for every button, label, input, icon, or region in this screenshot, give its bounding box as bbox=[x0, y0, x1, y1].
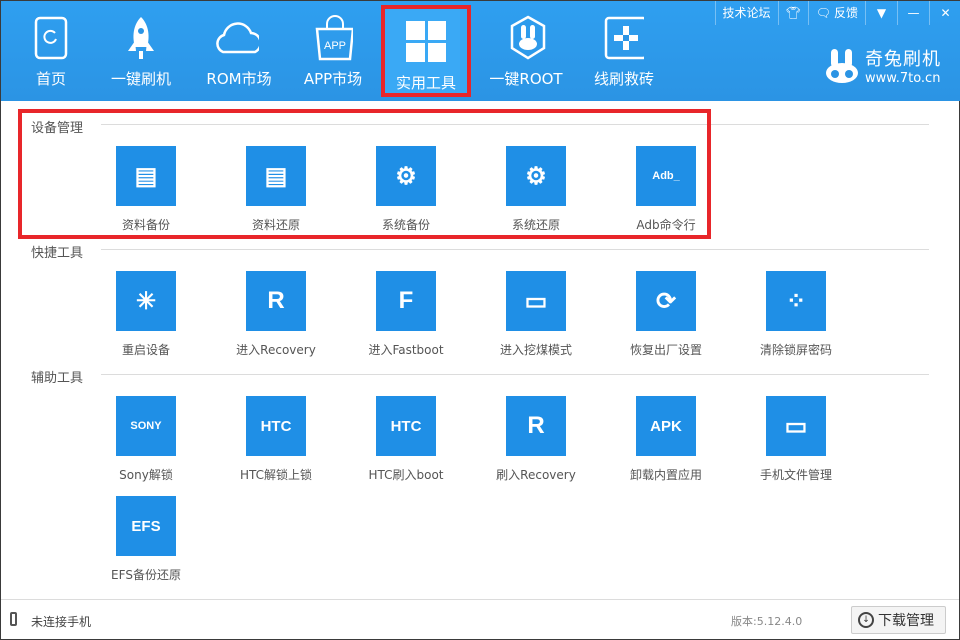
header: 首页 一键刷机 ROM市场 APP APP市场 实用工具 一键ROOT 线刷救砖 … bbox=[1, 1, 960, 101]
tool-label: Sony解锁 bbox=[119, 468, 173, 482]
tool-label: 进入Fastboot bbox=[368, 343, 444, 357]
brand-url: www.7to.cn bbox=[865, 71, 941, 86]
download-label: 下载管理 bbox=[878, 613, 934, 629]
tool-icon: APK bbox=[636, 396, 696, 456]
nav-utilities[interactable]: 实用工具 bbox=[381, 5, 471, 97]
tool-label: 清除锁屏密码 bbox=[759, 343, 832, 357]
tool-button[interactable]: F 进入Fastboot bbox=[341, 271, 471, 358]
tool-icon: ⁘ bbox=[766, 271, 826, 331]
tool-icon: F bbox=[376, 271, 436, 331]
tool-label: 手机文件管理 bbox=[759, 468, 832, 482]
tool-icon: R bbox=[506, 396, 566, 456]
brand-name: 奇兔刷机 bbox=[865, 49, 941, 70]
tool-glyph: EFS bbox=[131, 517, 161, 535]
tool-button[interactable]: EFS EFS备份还原 bbox=[81, 496, 211, 583]
tshirt-icon: 👕︎ bbox=[785, 6, 801, 20]
tool-button[interactable]: ✳ 重启设备 bbox=[81, 271, 211, 358]
tool-button[interactable]: HTC HTC解锁上锁 bbox=[211, 396, 341, 483]
tool-icon: R bbox=[246, 271, 306, 331]
minimize-button[interactable]: — bbox=[897, 1, 929, 25]
tool-glyph: ✳ bbox=[135, 287, 157, 315]
feedback-label: 反馈 bbox=[833, 6, 858, 20]
nav-one-click-root[interactable]: 一键ROOT bbox=[481, 1, 571, 101]
tool-glyph: HTC bbox=[390, 417, 422, 435]
tool-icon: SONY bbox=[116, 396, 176, 456]
title-bar-controls: 技术论坛 👕︎ 🗨︎ 反馈 ▼ — ✕ bbox=[714, 1, 960, 25]
tool-button[interactable]: R 进入Recovery bbox=[211, 271, 341, 358]
rabbit-icon bbox=[506, 15, 546, 61]
tool-button[interactable]: HTC HTC刷入boot bbox=[341, 396, 471, 483]
section-title-quick-tools: 快捷工具 bbox=[31, 246, 84, 261]
tool-label: 重启设备 bbox=[121, 343, 170, 357]
tool-icon: ⟳ bbox=[636, 271, 696, 331]
app-bag-icon: APP bbox=[313, 15, 353, 61]
tool-label: HTC解锁上锁 bbox=[239, 468, 313, 482]
section-divider bbox=[101, 374, 929, 375]
rabbit-logo-icon bbox=[826, 48, 858, 83]
tool-icon: HTC bbox=[246, 396, 306, 456]
nav-label: 线刷救砖 bbox=[593, 70, 654, 88]
tool-icon: HTC bbox=[376, 396, 436, 456]
skin-button[interactable]: 👕︎ bbox=[777, 1, 808, 25]
tool-button[interactable]: ▭ 进入挖煤模式 bbox=[471, 271, 601, 358]
tool-glyph: R bbox=[527, 412, 545, 439]
tool-icon: EFS bbox=[116, 496, 176, 556]
version-label: 版本:5.12.4.0 bbox=[731, 615, 803, 628]
rocket-icon bbox=[121, 15, 161, 61]
phone-refresh-icon bbox=[31, 15, 71, 61]
highlight-box bbox=[18, 109, 711, 239]
tool-label: 恢复出厂设置 bbox=[629, 343, 702, 357]
tool-icon: ▭ bbox=[766, 396, 826, 456]
tool-glyph: ⟳ bbox=[655, 287, 677, 315]
tool-label: EFS备份还原 bbox=[111, 568, 181, 582]
tool-button[interactable]: ⟳ 恢复出厂设置 bbox=[601, 271, 731, 358]
tool-button[interactable]: ⁘ 清除锁屏密码 bbox=[731, 271, 861, 358]
tool-glyph: APK bbox=[650, 417, 682, 435]
close-button[interactable]: ✕ bbox=[929, 1, 960, 25]
nav-flash-rescue[interactable]: 线刷救砖 bbox=[579, 1, 669, 101]
download-icon: ↓ bbox=[858, 612, 874, 628]
brand-logo: 奇兔刷机 www.7to.cn bbox=[825, 45, 941, 86]
tool-button[interactable]: SONY Sony解锁 bbox=[81, 396, 211, 483]
tool-icon: ▭ bbox=[506, 271, 566, 331]
tool-button[interactable]: APK 卸载内置应用 bbox=[601, 396, 731, 483]
tool-button[interactable]: ▭ 手机文件管理 bbox=[731, 396, 861, 483]
status-bar: 未连接手机 版本:5.12.4.0 ↓ 下载管理 bbox=[1, 599, 959, 640]
nav-one-click-flash[interactable]: 一键刷机 bbox=[96, 1, 186, 101]
tool-label: 卸载内置应用 bbox=[629, 468, 702, 482]
download-manager-button[interactable]: ↓ 下载管理 bbox=[851, 606, 946, 634]
tool-glyph: ⁘ bbox=[785, 287, 807, 315]
tool-glyph: HTC bbox=[260, 417, 292, 435]
tool-icon: ✳ bbox=[116, 271, 176, 331]
tool-label: HTC刷入boot bbox=[368, 468, 444, 482]
plus-box-icon bbox=[604, 15, 644, 61]
svg-text:APP: APP bbox=[324, 40, 346, 52]
tool-glyph: ▭ bbox=[524, 287, 548, 315]
phone-icon bbox=[10, 612, 17, 626]
tool-glyph: SONY bbox=[130, 420, 162, 432]
tool-label: 进入挖煤模式 bbox=[499, 343, 572, 357]
menu-dropdown-button[interactable]: ▼ bbox=[865, 1, 897, 25]
tool-label: 刷入Recovery bbox=[496, 468, 576, 482]
cloud-icon bbox=[216, 15, 259, 61]
feedback-button[interactable]: 🗨︎ 反馈 bbox=[807, 1, 865, 25]
connection-status: 未连接手机 bbox=[31, 615, 92, 629]
tool-glyph: R bbox=[267, 287, 285, 314]
speech-bubble-icon: 🗨︎ bbox=[815, 6, 831, 20]
tool-glyph: ▭ bbox=[784, 412, 808, 440]
section-divider bbox=[101, 249, 929, 250]
grid-icon bbox=[406, 19, 446, 65]
section-title-auxiliary-tools: 辅助工具 bbox=[31, 371, 84, 386]
tool-button[interactable]: R 刷入Recovery bbox=[471, 396, 601, 483]
tool-label: 进入Recovery bbox=[236, 343, 316, 357]
forum-link[interactable]: 技术论坛 bbox=[714, 1, 778, 25]
tool-glyph: F bbox=[398, 287, 414, 314]
